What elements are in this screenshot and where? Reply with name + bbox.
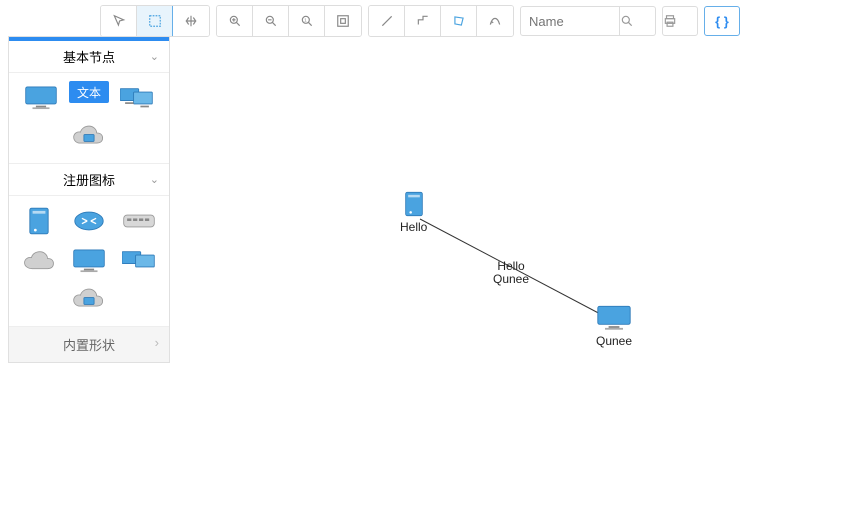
palette-item-server[interactable] — [17, 204, 61, 238]
palette-item-monitor[interactable] — [19, 81, 63, 115]
panel-header-builtin-shapes[interactable]: 内置形状 › — [9, 327, 169, 362]
palette-item-cloud-monitor-2[interactable] — [67, 284, 111, 318]
palette-item-text[interactable]: 文本 — [69, 81, 109, 103]
monitor-icon — [24, 85, 58, 111]
node-qunee[interactable]: Qunee — [596, 304, 632, 348]
panel-title: 基本节点 — [63, 47, 115, 66]
cloud-monitor-icon — [72, 124, 106, 152]
server-icon — [28, 206, 50, 236]
edge-label-line2: Qunee — [493, 273, 529, 286]
json-icon: { } — [715, 14, 729, 29]
edge-label: Hello Qunee — [493, 260, 529, 286]
marquee-tool[interactable] — [137, 6, 173, 36]
chevron-down-icon: ⌄ — [150, 50, 159, 63]
palette-item-dual-monitor[interactable] — [115, 81, 159, 115]
node-hello[interactable]: Hello — [400, 190, 427, 234]
zoom-reset-button[interactable]: 1 — [289, 6, 325, 36]
zoom-in-button[interactable] — [217, 6, 253, 36]
search-button[interactable] — [620, 6, 656, 36]
palette-item-monitor-2[interactable] — [67, 244, 111, 278]
panel-header-registered-icons[interactable]: 注册图标 ⌄ — [9, 164, 169, 196]
polygon-icon — [452, 14, 466, 28]
panel-body-basic-nodes: 文本 — [9, 73, 169, 164]
pan-icon — [184, 14, 198, 28]
search-icon — [620, 14, 634, 28]
chevron-down-icon: ⌄ — [150, 173, 159, 186]
palette-item-cloud-monitor[interactable] — [67, 121, 111, 155]
node-label: Hello — [400, 220, 427, 234]
monitor-icon — [72, 248, 106, 274]
text-chip-label: 文本 — [77, 84, 101, 101]
panel-body-registered-icons — [9, 196, 169, 327]
curve-icon — [488, 14, 502, 28]
search-group — [520, 6, 656, 36]
print-icon — [663, 14, 677, 28]
cloud-icon — [22, 249, 56, 273]
server-icon — [404, 190, 424, 218]
line-icon — [380, 14, 394, 28]
canvas[interactable]: Hello Qunee Hello Qunee — [178, 42, 855, 511]
search-input[interactable] — [520, 6, 620, 36]
zoom-out-icon — [264, 14, 278, 28]
polyline-tool[interactable] — [405, 6, 441, 36]
pointer-icon — [112, 14, 126, 28]
curve-tool[interactable] — [477, 6, 513, 36]
monitor-icon — [596, 304, 632, 332]
zoom-in-icon — [228, 14, 242, 28]
dual-monitor-icon — [120, 85, 154, 111]
palette-item-switch[interactable] — [117, 204, 161, 238]
chevron-right-icon: › — [155, 335, 159, 350]
cloud-monitor-icon — [72, 287, 106, 315]
dual-monitor-icon — [122, 248, 156, 274]
palette-item-cloud[interactable] — [17, 244, 61, 278]
mode-group — [100, 5, 210, 37]
router-icon — [73, 209, 105, 233]
polyline-icon — [416, 14, 430, 28]
draw-group — [368, 5, 514, 37]
fit-screen-button[interactable] — [325, 6, 361, 36]
pan-tool[interactable] — [173, 6, 209, 36]
panel-title: 内置形状 — [63, 338, 115, 353]
zoom-reset-icon: 1 — [300, 14, 314, 28]
pointer-tool[interactable] — [101, 6, 137, 36]
panel-title: 注册图标 — [63, 170, 115, 189]
polygon-tool[interactable] — [441, 6, 477, 36]
panel-header-basic-nodes[interactable]: 基本节点 ⌄ — [9, 41, 169, 73]
palette-item-dual-monitor-2[interactable] — [117, 244, 161, 278]
switch-icon — [122, 211, 156, 231]
print-button[interactable] — [662, 6, 698, 36]
fit-screen-icon — [336, 14, 350, 28]
zoom-out-button[interactable] — [253, 6, 289, 36]
marquee-icon — [148, 14, 162, 28]
json-button[interactable]: { } — [704, 6, 740, 36]
svg-text:1: 1 — [304, 18, 307, 23]
line-tool[interactable] — [369, 6, 405, 36]
sidebar: 基本节点 ⌄ 文本 注册图标 ⌄ — [8, 36, 170, 363]
palette-item-router[interactable] — [67, 204, 111, 238]
node-label: Qunee — [596, 334, 632, 348]
zoom-group: 1 — [216, 5, 362, 37]
